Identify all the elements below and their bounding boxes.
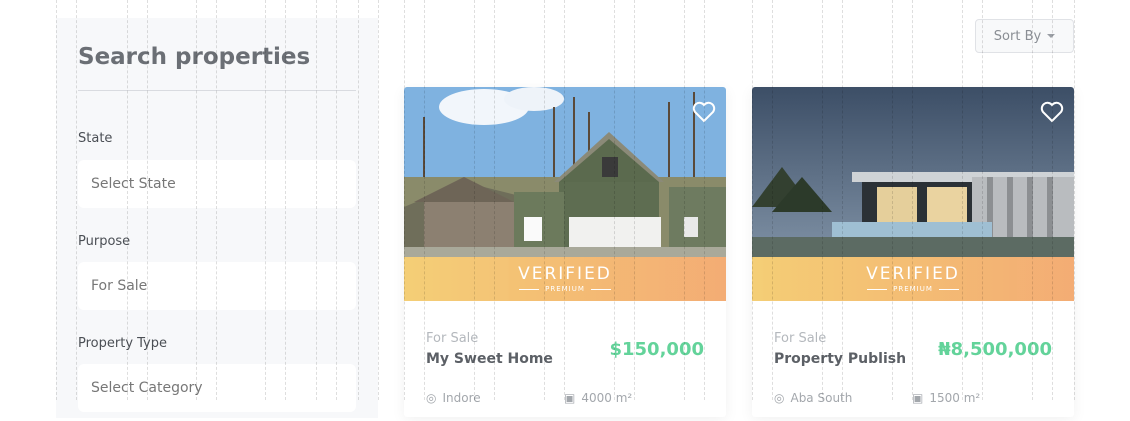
purpose-label: Purpose: [78, 234, 131, 249]
card-body: For Sale Property Publish ₦8,500,000 ◎ A…: [752, 301, 1074, 421]
property-card[interactable]: VERIFIED PREMIUM For Sale Property Publi…: [752, 87, 1074, 417]
verified-badge: VERIFIED PREMIUM: [752, 257, 1074, 301]
listing-purpose: For Sale: [426, 331, 479, 346]
listing-area: ▣ 1500 m²: [912, 391, 980, 405]
sidebar-divider: [78, 90, 356, 91]
area-text: 4000 m²: [581, 391, 633, 405]
heart-icon[interactable]: [692, 101, 716, 123]
search-sidebar: Search properties State Select State Pur…: [56, 18, 378, 418]
listing-area: ▣ 4000 m²: [564, 391, 632, 405]
villa-photo: [752, 87, 1074, 257]
location-text: Aba South: [790, 391, 853, 405]
verified-label: VERIFIED: [866, 264, 960, 284]
premium-label: PREMIUM: [545, 285, 585, 293]
house-photo: [404, 87, 726, 257]
heart-icon[interactable]: [1040, 101, 1064, 123]
location-pin-icon: ◎: [774, 391, 785, 405]
premium-label: PREMIUM: [893, 285, 933, 293]
property-type-select[interactable]: Select Category: [78, 364, 356, 412]
verified-label: VERIFIED: [518, 264, 612, 284]
property-type-label: Property Type: [78, 336, 168, 351]
listing-title[interactable]: Property Publish: [774, 351, 906, 367]
listing-price: $150,000: [609, 339, 704, 360]
state-select[interactable]: Select State: [78, 160, 356, 208]
state-label: State: [78, 131, 113, 146]
card-body: For Sale My Sweet Home $150,000 ◎ Indore…: [404, 301, 726, 421]
listing-price: ₦8,500,000: [938, 339, 1052, 360]
listing-purpose: For Sale: [774, 331, 827, 346]
sort-by-button[interactable]: Sort By: [975, 19, 1074, 53]
location-pin-icon: ◎: [426, 391, 437, 405]
listing-title[interactable]: My Sweet Home: [426, 351, 553, 367]
location-text: Indore: [442, 391, 481, 405]
sort-by-label: Sort By: [993, 28, 1042, 44]
property-card[interactable]: VERIFIED PREMIUM For Sale My Sweet Home …: [404, 87, 726, 417]
verified-badge: VERIFIED PREMIUM: [404, 257, 726, 301]
listing-location: ◎ Aba South: [774, 391, 852, 405]
area-text: 1500 m²: [929, 391, 981, 405]
listing-location: ◎ Indore: [426, 391, 481, 405]
property-image[interactable]: [752, 87, 1074, 257]
area-icon: ▣: [564, 391, 576, 405]
sidebar-title: Search properties: [78, 44, 311, 70]
property-image[interactable]: [404, 87, 726, 257]
purpose-select[interactable]: For Sale: [78, 262, 356, 310]
area-icon: ▣: [912, 391, 924, 405]
caret-down-icon: [1047, 34, 1056, 38]
